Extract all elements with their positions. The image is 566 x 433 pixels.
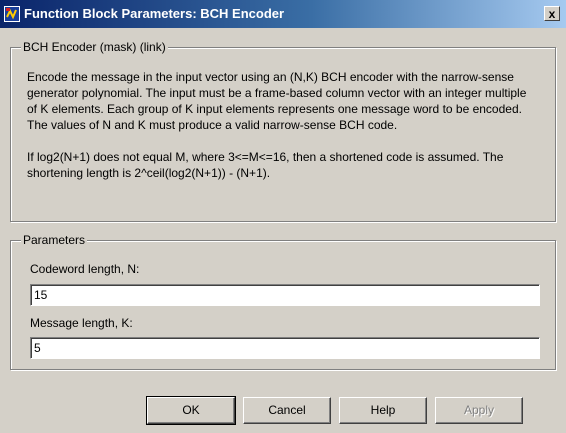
parameters-group: Parameters Codeword length, N: Message l…	[10, 233, 556, 370]
mask-description-group: BCH Encoder (mask) (link) Encode the mes…	[10, 40, 556, 222]
window-title: Function Block Parameters: BCH Encoder	[24, 6, 285, 21]
codeword-length-label: Codeword length, N:	[30, 262, 140, 276]
parameters-group-legend: Parameters	[21, 233, 88, 247]
help-button[interactable]: Help	[339, 397, 427, 424]
message-length-input[interactable]	[30, 337, 540, 359]
ok-button[interactable]: OK	[146, 396, 236, 425]
close-icon: x	[548, 7, 556, 21]
apply-button[interactable]: Apply	[435, 397, 523, 424]
description-paragraph: If log2(N+1) does not equal M, where 3<=…	[27, 150, 504, 180]
title-bar[interactable]: Function Block Parameters: BCH Encoder x	[0, 0, 566, 28]
cancel-button[interactable]: Cancel	[243, 397, 331, 424]
mask-group-legend: BCH Encoder (mask) (link)	[21, 40, 168, 54]
message-length-label: Message length, K:	[30, 316, 133, 330]
description-paragraph: Encode the message in the input vector u…	[27, 70, 527, 132]
close-button[interactable]: x	[544, 6, 560, 21]
dialog-window: Function Block Parameters: BCH Encoder x…	[0, 0, 566, 433]
mask-description: Encode the message in the input vector u…	[27, 69, 537, 197]
simulink-block-icon	[4, 6, 20, 22]
codeword-length-input[interactable]	[30, 284, 540, 306]
